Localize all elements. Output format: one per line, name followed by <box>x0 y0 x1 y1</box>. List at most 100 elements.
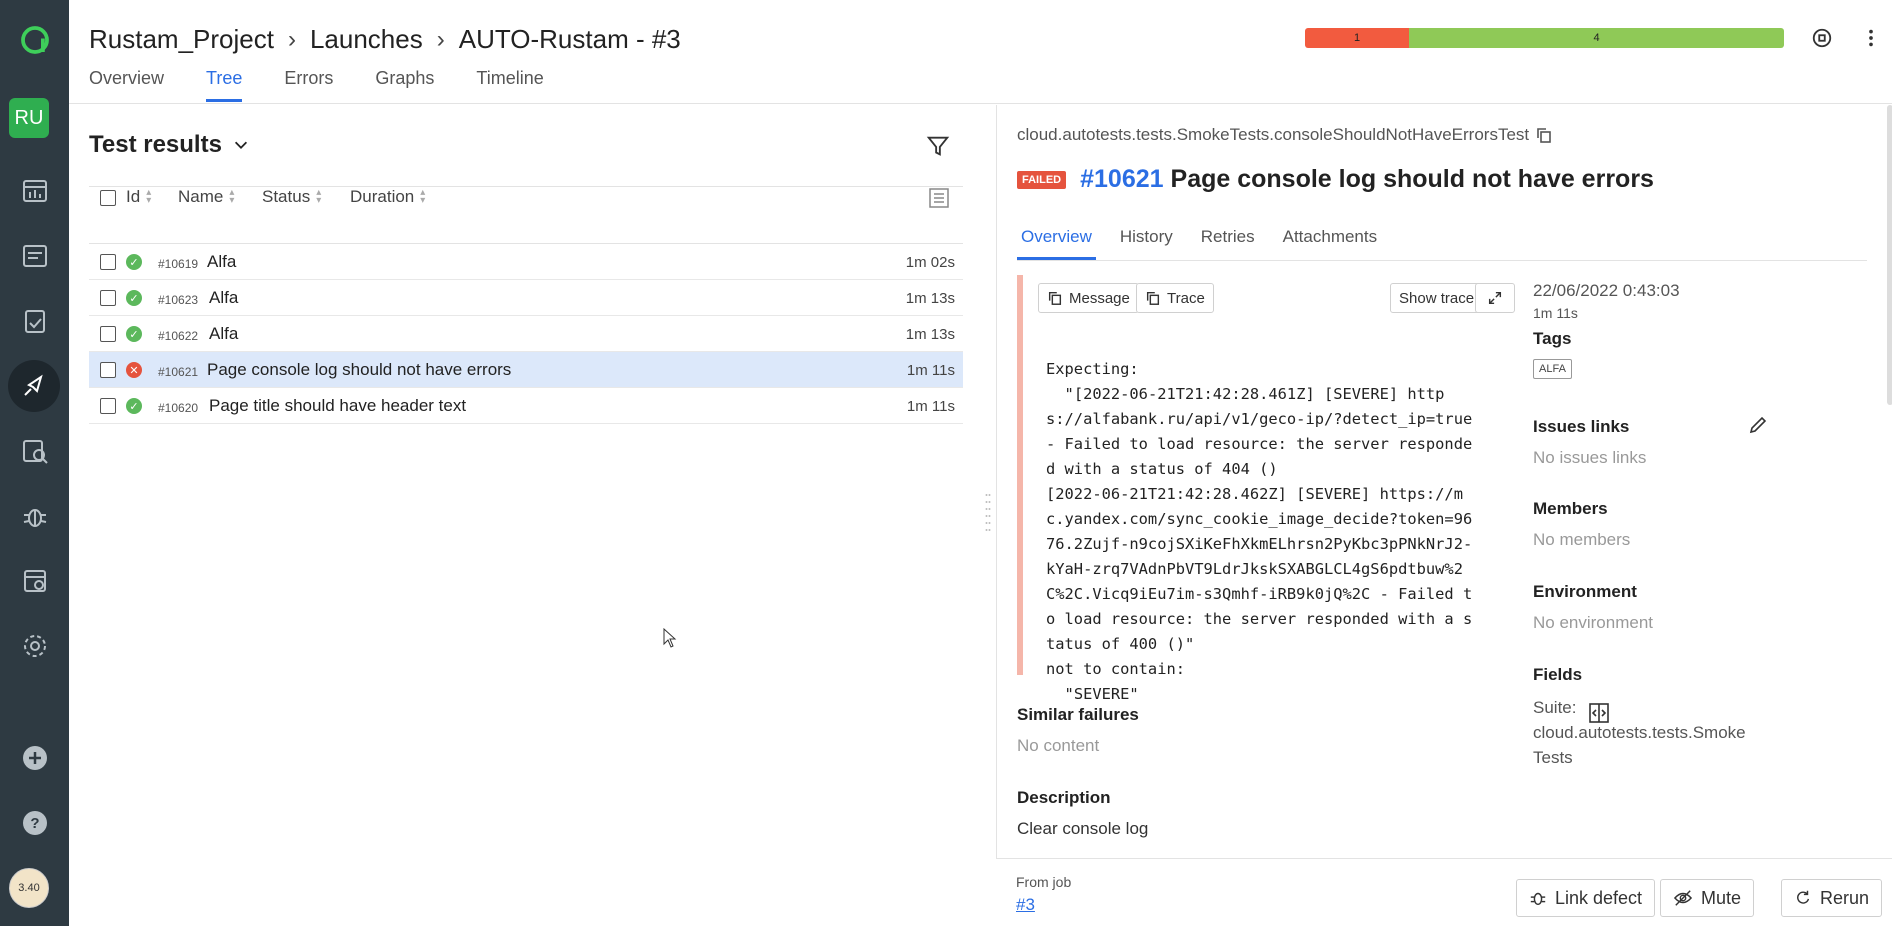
chevron-down-icon <box>234 141 247 149</box>
tab-history[interactable]: History <box>1116 221 1177 260</box>
table-row-selected[interactable]: ✕ #10621 Page console log should not hav… <box>89 352 963 388</box>
column-name[interactable]: Name ▴ ▾ <box>178 187 234 207</box>
from-job-link[interactable]: #3 <box>1016 895 1035 915</box>
column-id[interactable]: Id ▴ ▾ <box>126 187 151 207</box>
plugins-icon[interactable] <box>0 555 69 607</box>
link-defect-button[interactable]: Link defect <box>1516 879 1656 917</box>
table-row[interactable]: ✓ #10622 Alfa 1m 13s <box>89 316 963 352</box>
row-checkbox[interactable] <box>100 290 116 306</box>
row-duration: 1m 13s <box>905 326 955 343</box>
launches-list-icon[interactable] <box>0 230 69 282</box>
add-icon[interactable] <box>0 732 69 784</box>
tab-attachments[interactable]: Attachments <box>1279 221 1382 260</box>
help-icon[interactable]: ? <box>0 797 69 849</box>
tag[interactable]: ALFA <box>1533 357 1572 379</box>
tab-tree[interactable]: Tree <box>206 68 243 102</box>
column-settings-icon[interactable] <box>926 185 952 216</box>
row-name[interactable]: Alfa <box>209 324 238 344</box>
select-all-checkbox[interactable] <box>100 190 116 206</box>
test-results-title[interactable]: Test results <box>89 131 250 159</box>
description-label: Description <box>1017 788 1111 807</box>
breadcrumb-launches[interactable]: Launches <box>310 24 423 55</box>
record-icon[interactable] <box>1808 24 1836 52</box>
bug-icon <box>1530 892 1546 906</box>
mouse-cursor-icon <box>663 627 677 653</box>
column-status[interactable]: Status ▴ ▾ <box>262 187 321 207</box>
passed-status-icon: ✓ <box>126 398 142 414</box>
edit-pencil-icon[interactable] <box>1748 415 1768 440</box>
link-defect-label: Link defect <box>1555 887 1643 908</box>
description-value: Clear console log <box>1017 819 1149 838</box>
details-footer: From job #3 Link defect Mute Rerun <box>996 858 1892 926</box>
row-duration: 1m 11s <box>906 362 955 379</box>
settings-gear-icon[interactable] <box>0 620 69 672</box>
launch-stat-bar[interactable]: 1 4 <box>1305 28 1784 48</box>
project-badge[interactable]: RU <box>9 98 49 138</box>
filters-icon[interactable] <box>0 295 69 347</box>
dashboard-icon[interactable] <box>0 165 69 217</box>
failed-count[interactable]: 1 <box>1305 28 1409 48</box>
expand-icon[interactable] <box>1475 283 1515 313</box>
rerun-icon <box>1797 890 1810 904</box>
tab-overview[interactable]: Overview <box>89 68 164 102</box>
tab-graphs[interactable]: Graphs <box>375 68 434 102</box>
tab-timeline[interactable]: Timeline <box>476 68 543 102</box>
sort-icon: ▴ ▾ <box>229 187 235 206</box>
user-avatar[interactable]: 3.40 <box>9 868 49 908</box>
launches-rocket-icon[interactable] <box>8 360 60 412</box>
column-id-label: Id <box>126 187 141 206</box>
compare-icon[interactable] <box>1587 701 1611 730</box>
table-row[interactable]: ✓ #10619 Alfa 1m 02s <box>89 244 963 280</box>
environment-value: No environment <box>1533 613 1654 632</box>
column-duration[interactable]: Duration ▴ ▾ <box>350 187 425 207</box>
rerun-button[interactable]: Rerun <box>1781 879 1883 917</box>
members-label: Members <box>1533 499 1608 518</box>
bug-icon[interactable] <box>0 490 69 542</box>
more-options-icon[interactable] <box>1857 24 1885 52</box>
scrollbar[interactable] <box>1887 105 1892 405</box>
row-id: #10623 <box>158 293 199 307</box>
row-checkbox[interactable] <box>100 254 116 270</box>
debug-search-icon[interactable] <box>0 425 69 477</box>
test-id-link[interactable]: #10621 <box>1080 165 1163 193</box>
row-id: #10621 <box>158 365 199 379</box>
row-name[interactable]: Page title should have header text <box>209 396 466 416</box>
issues-value: No issues links <box>1533 448 1647 467</box>
copy-trace-button[interactable]: Trace <box>1136 283 1214 313</box>
row-name[interactable]: Alfa <box>207 252 236 272</box>
row-checkbox[interactable] <box>100 326 116 342</box>
tab-errors[interactable]: Errors <box>284 68 333 102</box>
row-duration: 1m 13s <box>905 290 955 307</box>
filter-icon[interactable] <box>925 133 953 161</box>
panel-resize-handle[interactable] <box>985 490 991 540</box>
row-name[interactable]: Page console log should not have errors <box>207 360 511 380</box>
passed-count[interactable]: 4 <box>1409 28 1784 48</box>
row-checkbox[interactable] <box>100 362 116 378</box>
table-row[interactable]: ✓ #10623 Alfa 1m 13s <box>89 280 963 316</box>
test-path-text: cloud.autotests.tests.SmokeTests.console… <box>1017 125 1530 144</box>
copy-message-button[interactable]: Message <box>1038 283 1139 313</box>
launch-tabs: Overview Tree Errors Graphs Timeline <box>89 68 544 102</box>
mute-button[interactable]: Mute <box>1660 879 1755 917</box>
breadcrumb-project[interactable]: Rustam_Project <box>89 24 274 55</box>
app-logo-icon[interactable] <box>0 14 69 66</box>
copy-message-label: Message <box>1069 289 1130 307</box>
details-tabs: Overview History Retries Attachments <box>1017 221 1867 261</box>
breadcrumb: Rustam_Project › Launches › AUTO-Rustam … <box>89 24 681 55</box>
tag-label: ALFA <box>1533 359 1572 379</box>
tab-overview[interactable]: Overview <box>1017 221 1096 260</box>
table-header: Id ▴ ▾ Name ▴ ▾ Status ▴ ▾ Duration ▴ ▾ <box>89 186 963 244</box>
breadcrumb-launch: AUTO-Rustam - #3 <box>458 24 681 54</box>
copy-icon[interactable] <box>1535 126 1553 144</box>
mute-eye-icon <box>1673 890 1693 906</box>
passed-status-icon: ✓ <box>126 326 142 342</box>
table-row[interactable]: ✓ #10620 Page title should have header t… <box>89 388 963 424</box>
fields-value: Suite: cloud.autotests.tests.Smoke Tests <box>1533 698 1746 767</box>
row-name[interactable]: Alfa <box>209 288 238 308</box>
similar-failures-label: Similar failures <box>1017 705 1139 724</box>
test-details-panel: cloud.autotests.tests.SmokeTests.console… <box>996 105 1892 926</box>
row-checkbox[interactable] <box>100 398 116 414</box>
passed-status-icon: ✓ <box>126 290 142 306</box>
tab-retries[interactable]: Retries <box>1197 221 1259 260</box>
show-trace-button[interactable]: Show trace <box>1390 283 1484 313</box>
